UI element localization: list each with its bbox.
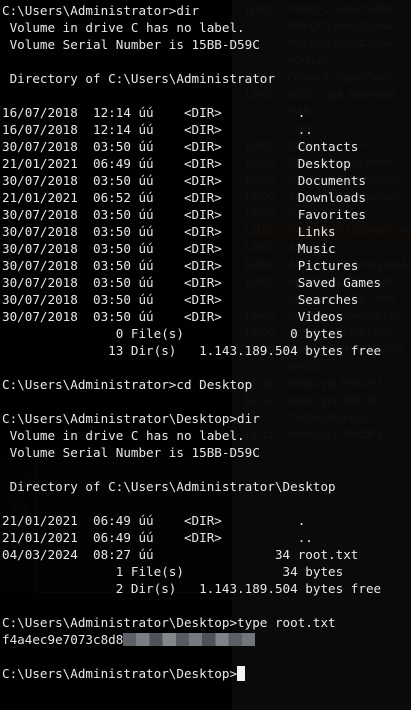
console-line: 2 Dir(s) 1.143.189.504 bytes free xyxy=(2,581,382,596)
console-line: Volume in drive C has no label. xyxy=(2,428,245,443)
console-line: Directory of C:\Users\Administrator\Desk… xyxy=(2,479,336,494)
active-prompt-line[interactable]: C:\Users\Administrator\Desktop> xyxy=(2,665,409,682)
console-line: 16/07/2018 12:14 úú <DIR> .. xyxy=(2,122,313,137)
console-line: Volume in drive C has no label. xyxy=(2,20,245,35)
console-line: 30/07/2018 03:50 úú <DIR> Saved Games xyxy=(2,275,382,290)
console-line: 0 File(s) 0 bytes xyxy=(2,326,344,341)
console-line: 30/07/2018 03:50 úú <DIR> Pictures xyxy=(2,258,359,273)
console-output[interactable]: C:\Users\Administrator>dir Volume in dri… xyxy=(2,2,409,682)
console-line: Volume Serial Number is 15BB-D59C xyxy=(2,37,260,52)
console-line: Volume Serial Number is 15BB-D59C xyxy=(2,445,260,460)
console-line: 16/07/2018 12:14 úú <DIR> . xyxy=(2,105,306,120)
console-line: 30/07/2018 03:50 úú <DIR> Links xyxy=(2,224,336,239)
console-line: 04/03/2024 08:27 úú 34 root.txt xyxy=(2,547,359,562)
console-line: 13 Dir(s) 1.143.189.504 bytes free xyxy=(2,343,382,358)
console-line: C:\Users\Administrator>cd Desktop xyxy=(2,377,253,392)
flag-prefix-text: f4a4ec9e7073c8d8 xyxy=(2,632,124,647)
flag-output-line: f4a4ec9e7073c8d8 xyxy=(2,631,409,648)
console-line: 21/01/2021 06:49 úú <DIR> . xyxy=(2,513,306,528)
console-line: 30/07/2018 03:50 úú <DIR> Favorites xyxy=(2,207,366,222)
desktop-screen: 11900PBKDF2-HMAC-MD5PBKDF2-HMAC-SHAPBKDF… xyxy=(0,0,411,710)
console-line: 30/07/2018 03:50 úú <DIR> Videos xyxy=(2,309,344,324)
console-line: C:\Users\Administrator\Desktop>dir xyxy=(2,411,260,426)
console-line: 1 File(s) 34 bytes xyxy=(2,564,344,579)
console-line: C:\Users\Administrator\Desktop>type root… xyxy=(2,615,336,630)
redacted-flag-blur xyxy=(123,633,256,646)
text-cursor xyxy=(237,666,246,681)
command-prompt-window[interactable]: C:\Users\Administrator>dir Volume in dri… xyxy=(0,0,411,710)
console-line: C:\Users\Administrator>dir xyxy=(2,3,200,18)
console-line: 30/07/2018 03:50 úú <DIR> Documents xyxy=(2,173,366,188)
console-line: 30/07/2018 03:50 úú <DIR> Music xyxy=(2,241,336,256)
console-line: 21/01/2021 06:52 úú <DIR> Downloads xyxy=(2,190,366,205)
console-line: 30/07/2018 03:50 úú <DIR> Contacts xyxy=(2,139,359,154)
prompt-text: C:\Users\Administrator\Desktop> xyxy=(2,666,238,681)
console-line: Directory of C:\Users\Administrator xyxy=(2,71,275,86)
console-line: 21/01/2021 06:49 úú <DIR> .. xyxy=(2,530,313,545)
console-line: 30/07/2018 03:50 úú <DIR> Searches xyxy=(2,292,359,307)
console-line: 21/01/2021 06:49 úú <DIR> Desktop xyxy=(2,156,351,171)
